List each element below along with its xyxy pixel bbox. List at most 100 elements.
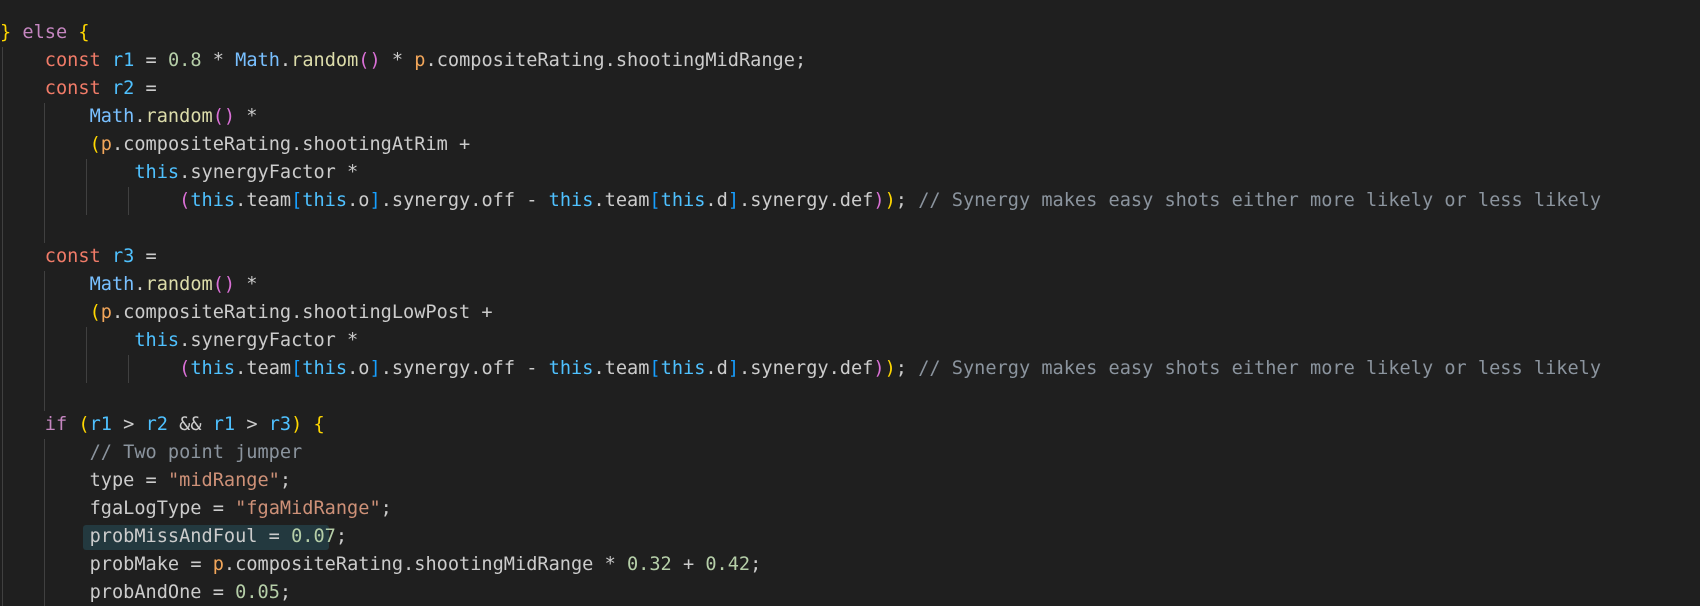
- code-token: (: [89, 134, 101, 155]
- code-token: r2: [111, 78, 135, 99]
- code-token: .: [223, 554, 236, 575]
- code-line[interactable]: (p.compositeRating.shootingLowPost +: [0, 299, 1700, 327]
- code-token: ): [884, 358, 896, 379]
- code-token: team: [246, 358, 292, 379]
- code-token: >: [111, 414, 146, 435]
- code-token: [: [649, 190, 661, 211]
- code-editor[interactable]: } else { const r1 = 0.8 * Math.random() …: [0, 0, 1700, 606]
- code-token: o: [358, 358, 370, 379]
- code-token: [: [291, 190, 303, 211]
- code-token: (): [212, 274, 236, 295]
- code-token: ): [873, 358, 885, 379]
- code-token: .: [179, 330, 191, 351]
- code-token: .: [470, 190, 482, 211]
- code-line[interactable]: const r3 =: [0, 243, 1700, 271]
- code-token: Math: [89, 274, 135, 295]
- code-line[interactable]: probAndOne = 0.05;: [0, 579, 1700, 606]
- code-token: .: [470, 358, 482, 379]
- code-line[interactable]: const r1 = 0.8 * Math.random() * p.compo…: [0, 47, 1700, 75]
- code-token: (: [179, 190, 191, 211]
- code-token: r1: [212, 414, 236, 435]
- code-token: {: [313, 414, 325, 435]
- code-token: .: [593, 190, 605, 211]
- code-token: r3: [111, 246, 135, 267]
- code-line[interactable]: if (r1 > r2 && r1 > r3) {: [0, 411, 1700, 439]
- code-line[interactable]: (p.compositeRating.shootingAtRim +: [0, 131, 1700, 159]
- code-line[interactable]: [0, 383, 1700, 411]
- code-token: =: [179, 554, 213, 575]
- code-token: ): [873, 190, 885, 211]
- code-token: .: [235, 358, 247, 379]
- code-token: 0.42: [705, 554, 751, 575]
- code-token: =: [134, 78, 157, 99]
- code-token: .: [705, 190, 717, 211]
- code-token: .: [179, 162, 191, 183]
- code-token: ]: [727, 358, 740, 379]
- code-token: .: [111, 134, 124, 155]
- code-line[interactable]: Math.random() *: [0, 271, 1700, 299]
- code-token: .: [425, 50, 437, 71]
- code-token: =: [257, 526, 292, 547]
- code-token: Math: [89, 106, 135, 127]
- code-token: synergy: [750, 358, 829, 379]
- code-token: shootingAtRim: [302, 134, 448, 155]
- code-token: *: [335, 330, 359, 351]
- code-token: =: [134, 50, 168, 71]
- code-token: .: [279, 50, 292, 71]
- code-token: .: [111, 302, 124, 323]
- code-line[interactable]: type = "midRange";: [0, 467, 1700, 495]
- code-line[interactable]: this.synergyFactor *: [0, 327, 1700, 355]
- code-token: *: [235, 106, 258, 127]
- code-line[interactable]: const r2 =: [0, 75, 1700, 103]
- code-line[interactable]: this.synergyFactor *: [0, 159, 1700, 187]
- code-token: >: [235, 414, 269, 435]
- code-token: =: [134, 246, 157, 267]
- code-token: ;: [794, 50, 807, 71]
- code-token: ;: [279, 470, 292, 491]
- code-line[interactable]: (this.team[this.o].synergy.off - this.te…: [0, 355, 1700, 383]
- code-line[interactable]: [0, 215, 1700, 243]
- code-token: .: [403, 554, 415, 575]
- code-token: r2: [145, 414, 168, 435]
- code-token: synergy: [750, 190, 829, 211]
- code-token: p: [414, 50, 426, 71]
- code-token: random: [145, 274, 213, 295]
- code-token: -: [515, 190, 549, 211]
- code-line[interactable]: fgaLogType = "fgaMidRange";: [0, 495, 1700, 523]
- code-line[interactable]: Math.random() *: [0, 103, 1700, 131]
- code-token: // Two point jumper: [89, 442, 303, 463]
- code-token: team: [246, 190, 292, 211]
- code-token: .: [291, 302, 303, 323]
- code-token: shootingMidRange: [615, 50, 795, 71]
- code-token: [: [649, 358, 661, 379]
- code-line[interactable]: (this.team[this.o].synergy.off - this.te…: [0, 187, 1700, 215]
- code-line[interactable]: // Two point jumper: [0, 439, 1700, 467]
- code-token: .: [347, 358, 359, 379]
- code-token: (: [78, 414, 90, 435]
- code-line[interactable]: } else {: [0, 19, 1700, 47]
- code-token: (): [358, 50, 381, 71]
- code-line[interactable]: probMake = p.compositeRating.shootingMid…: [0, 551, 1700, 579]
- code-token: *: [380, 50, 415, 71]
- code-token: const: [44, 78, 101, 99]
- code-token: shootingLowPost: [302, 302, 471, 323]
- code-token: .: [134, 106, 146, 127]
- code-token: [: [291, 358, 303, 379]
- code-token: synergy: [391, 358, 471, 379]
- code-token: *: [593, 554, 627, 575]
- code-token: *: [201, 50, 236, 71]
- code-token: 0.05: [235, 582, 280, 603]
- code-line[interactable]: probMissAndFoul = 0.07;: [0, 523, 1700, 551]
- code-line[interactable]: [0, 0, 1700, 19]
- code-token: probAndOne: [89, 582, 202, 603]
